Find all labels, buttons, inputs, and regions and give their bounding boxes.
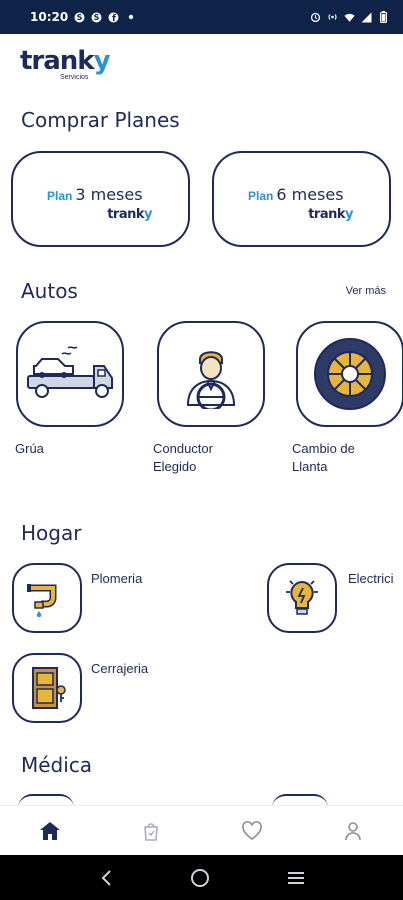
svg-text:S: S xyxy=(94,13,100,22)
signal-icon xyxy=(361,12,372,23)
plan-brand-logo: tranky xyxy=(308,207,353,222)
autos-section-title: Autos xyxy=(21,279,78,303)
skype-icon: S xyxy=(74,12,85,23)
bottom-nav xyxy=(0,805,403,855)
skype-icon: S xyxy=(91,12,102,23)
hogar-card-plomeria[interactable] xyxy=(12,563,82,633)
hogar-label-plomeria: Plomeria xyxy=(91,571,143,586)
svg-text:S: S xyxy=(77,13,83,22)
auto-card-grua[interactable] xyxy=(16,321,124,427)
hogar-card-cerrajeria[interactable] xyxy=(12,653,82,723)
driver-icon xyxy=(186,351,236,409)
plan-prefix: Plan xyxy=(248,189,274,203)
plan-prefix: Plan xyxy=(47,189,73,203)
back-icon[interactable] xyxy=(99,869,113,887)
logo-wordmark: tranky xyxy=(20,46,111,76)
logo-subtitle: Servicios xyxy=(60,74,89,81)
hogar-label-electricidad: Electrici xyxy=(348,571,394,586)
profile-icon xyxy=(344,821,361,840)
battery-icon xyxy=(378,11,389,23)
plans-section-title: Comprar Planes xyxy=(21,108,180,132)
shopping-bag-icon xyxy=(144,822,158,841)
nav-shop[interactable] xyxy=(131,811,171,851)
alarm-icon xyxy=(310,12,321,23)
brand-logo: tranky Servicios xyxy=(20,46,130,86)
nav-profile[interactable] xyxy=(333,811,373,851)
plan-card-3-months[interactable]: Plan 3 meses tranky xyxy=(11,151,190,247)
lightbulb-icon xyxy=(286,580,318,615)
hotspot-icon xyxy=(327,12,338,23)
status-time: 10:20 xyxy=(30,10,69,24)
status-bar: 10:20 S S f xyxy=(0,0,403,34)
auto-card-llanta[interactable] xyxy=(296,321,403,427)
wifi-icon xyxy=(344,12,355,23)
auto-label-llanta: Cambio de Llanta xyxy=(292,441,355,474)
medica-section-title: Médica xyxy=(21,753,93,777)
see-more-link[interactable]: Ver más xyxy=(346,285,386,297)
tire-icon xyxy=(314,338,386,410)
plumbing-icon xyxy=(27,584,57,617)
dot-icon xyxy=(125,12,136,23)
plan-duration: 6 meses xyxy=(276,185,344,204)
plan-brand-logo: tranky xyxy=(107,207,152,222)
hogar-section-title: Hogar xyxy=(21,521,82,545)
plan-card-6-months[interactable]: Plan 6 meses tranky xyxy=(212,151,391,247)
plan-duration: 3 meses xyxy=(75,185,143,204)
door-lock-icon xyxy=(32,667,66,709)
nav-favorites[interactable] xyxy=(232,811,272,851)
hogar-card-electricidad[interactable] xyxy=(267,563,337,633)
home-circle-icon[interactable] xyxy=(190,868,210,888)
facebook-icon: f xyxy=(108,12,119,23)
tow-truck-icon xyxy=(27,346,113,398)
svg-text:f: f xyxy=(112,14,116,23)
heart-icon xyxy=(242,820,262,840)
system-nav-bar xyxy=(0,855,403,900)
hogar-label-cerrajeria: Cerrajeria xyxy=(91,661,149,676)
home-icon xyxy=(40,821,61,840)
auto-card-conductor[interactable] xyxy=(157,321,265,427)
recents-icon[interactable] xyxy=(287,870,305,886)
nav-home[interactable] xyxy=(30,811,70,851)
auto-label-conductor: Conductor Elegido xyxy=(153,441,213,474)
auto-label-grua: Grúa xyxy=(15,441,44,456)
